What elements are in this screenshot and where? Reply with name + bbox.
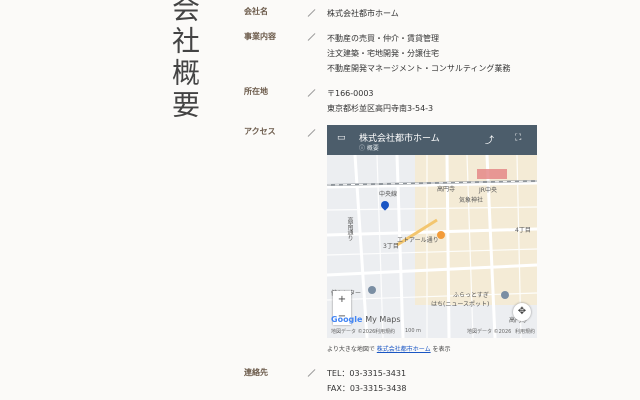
label-contact: 連絡先 — [244, 368, 268, 377]
map-label: 気象神社 — [459, 197, 484, 204]
map-label: 高南通り — [346, 217, 353, 241]
contact-fax: FAX：03-3315-3438 — [327, 384, 407, 393]
larger-map-suffix: を表示 — [430, 346, 451, 353]
address-street: 東京都杉並区高円寺南3-54-3 — [327, 104, 434, 113]
value-address: 〒166-0003 東京都杉並区高円寺南3-54-3 — [327, 86, 433, 116]
map-label: 3丁目 — [383, 243, 399, 250]
value-company: 株式会社都市ホーム — [327, 9, 399, 18]
map-label: 高円寺 — [437, 186, 456, 193]
map-label: エトアール通り — [397, 237, 439, 244]
zoom-in-button[interactable]: + — [333, 291, 351, 308]
divider-slash — [307, 33, 316, 41]
recenter-icon[interactable]: ✥ — [513, 303, 531, 321]
divider-slash — [307, 89, 316, 97]
map-label: JR中央 — [479, 187, 497, 194]
embedded-map[interactable]: ▭ 株式会社都市ホーム ⓘ 概要 ⤴ ⛶ 中央線 高円寺 JR中央 気象神社 エ… — [327, 125, 537, 338]
map-label: はち(ニュースポット) — [431, 301, 490, 308]
map-terms-link[interactable]: 利用規約 — [375, 328, 395, 335]
my-maps-brand: My Maps — [365, 315, 401, 324]
divider-slash — [307, 129, 316, 137]
map-attribution-left: 地図データ ©2026 — [331, 329, 376, 335]
google-my-maps-logo: Google My Maps — [331, 315, 400, 324]
fullscreen-icon[interactable]: ⛶ — [515, 133, 521, 143]
address-postal: 〒166-0003 — [327, 89, 374, 98]
share-icon[interactable]: ⤴ — [485, 133, 494, 146]
larger-map-link[interactable]: 株式会社都市ホーム — [377, 346, 431, 353]
contact-tel: TEL：03-3315-3431 — [327, 369, 407, 378]
divider-slash — [307, 9, 316, 17]
map-scale: 100 m — [405, 328, 422, 334]
value-contact: TEL：03-3315-3431 FAX：03-3315-3438 — [327, 366, 407, 396]
label-access: アクセス — [244, 127, 276, 136]
larger-map-prefix: より大きな地図で — [327, 346, 377, 353]
map-attribution-right: 地図データ ©2026 — [467, 329, 512, 335]
label-address: 所在地 — [244, 87, 268, 96]
larger-map-note: より大きな地図で 株式会社都市ホーム を表示 — [327, 344, 451, 353]
sidebar-toggle-icon[interactable]: ▭ — [337, 133, 346, 143]
google-brand: Google — [331, 315, 363, 324]
divider-slash — [307, 369, 316, 377]
label-company: 会社名 — [244, 7, 268, 16]
value-business: 不動産の売買・仲介・賃貸管理 注文建築・宅地開発・分譲住宅 不動産開発マネージメ… — [327, 31, 510, 76]
business-line: 不動産の売買・仲介・賃貸管理 — [327, 34, 439, 43]
label-business: 事業内容 — [244, 32, 276, 41]
map-label: 中央線 — [379, 191, 398, 198]
map-header: ▭ 株式会社都市ホーム ⓘ 概要 ⤴ ⛶ — [327, 125, 537, 155]
map-label: ふらっとすぎ — [453, 292, 489, 299]
page-title: 会社概要 — [168, 0, 201, 122]
business-line: 注文建築・宅地開発・分譲住宅 — [327, 49, 439, 58]
business-line: 不動産開発マネージメント・コンサルティング業務 — [327, 64, 511, 73]
map-subtitle-text[interactable]: 概要 — [367, 145, 379, 152]
map-label: 4丁目 — [515, 227, 531, 234]
map-terms-link[interactable]: 利用規約 — [515, 328, 535, 335]
map-subtitle[interactable]: ⓘ 概要 — [359, 143, 379, 152]
